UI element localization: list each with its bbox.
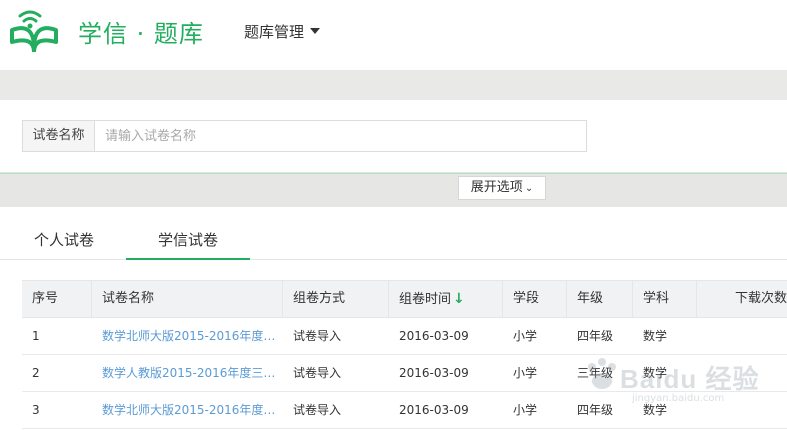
table-row: 2 数学人教版2015-2016年度三年... 试卷导入 2016-03-09 … — [22, 355, 787, 392]
options-band — [0, 174, 787, 207]
paper-tabs: 个人试卷 学信试卷 — [0, 222, 787, 260]
table-header: 序号 试卷名称 组卷方式 组卷时间 ↓ 学段 年级 学科 下载次数 — [22, 280, 787, 318]
cell-stage: 小学 — [513, 403, 538, 417]
expand-options-button[interactable]: 展开选项 ⌄ — [458, 176, 546, 200]
column-header-number: 序号 — [22, 281, 92, 317]
question-bank-management-menu[interactable]: 题库管理 — [244, 21, 321, 42]
brand-title: 学信 · 题库 — [78, 20, 204, 48]
table-row: 3 数学北师大版2015-2016年度四... 试卷导入 2016-03-09 … — [22, 392, 787, 429]
paper-name-input[interactable] — [95, 121, 586, 151]
cell-grade: 四年级 — [577, 329, 614, 343]
column-header-time-label: 组卷时间 — [399, 292, 452, 307]
column-header-grade: 年级 — [567, 281, 633, 317]
header-divider-band — [0, 70, 787, 100]
cell-grade: 四年级 — [577, 403, 614, 417]
caret-down-icon — [310, 27, 321, 34]
cell-time: 2016-03-09 — [399, 329, 469, 343]
search-label: 试卷名称 — [23, 121, 95, 151]
cell-downloads — [697, 355, 787, 391]
cell-time: 2016-03-09 — [399, 366, 469, 380]
cell-number: 2 — [32, 366, 40, 380]
cell-downloads — [697, 318, 787, 354]
column-header-method: 组卷方式 — [283, 281, 389, 317]
paper-name-search: 试卷名称 — [22, 120, 587, 152]
tab-xuexin-papers[interactable]: 学信试卷 — [126, 222, 250, 260]
cell-downloads — [697, 392, 787, 428]
cell-subject: 数学 — [643, 366, 668, 380]
nav-menu-label: 题库管理 — [244, 23, 305, 41]
table-row: 1 数学北师大版2015-2016年度四... 试卷导入 2016-03-09 … — [22, 318, 787, 355]
cell-grade: 三年级 — [577, 366, 614, 380]
tab-personal-papers[interactable]: 个人试卷 — [22, 222, 106, 260]
expand-options-label: 展开选项 — [470, 180, 523, 195]
column-header-time[interactable]: 组卷时间 ↓ — [389, 281, 503, 317]
filter-panel: 试卷名称 — [0, 100, 787, 173]
cell-number: 1 — [32, 329, 40, 343]
cell-method: 试卷导入 — [293, 403, 342, 417]
chevron-down-icon: ⌄ — [524, 183, 534, 194]
cell-method: 试卷导入 — [293, 366, 342, 380]
paper-name-link[interactable]: 数学北师大版2015-2016年度四... — [92, 392, 283, 428]
logo-icon — [10, 10, 58, 52]
column-header-paper-name: 试卷名称 — [92, 281, 283, 317]
sort-down-icon[interactable]: ↓ — [453, 291, 465, 307]
column-header-subject: 学科 — [633, 281, 697, 317]
column-header-downloads: 下载次数 — [734, 291, 787, 306]
paper-name-link[interactable]: 数学北师大版2015-2016年度四... — [92, 318, 283, 354]
column-header-stage: 学段 — [503, 281, 567, 317]
cell-subject: 数学 — [643, 403, 668, 417]
papers-table: 序号 试卷名称 组卷方式 组卷时间 ↓ 学段 年级 学科 下载次数 1 数学北师大… — [22, 280, 787, 429]
cell-stage: 小学 — [513, 366, 538, 380]
cell-subject: 数学 — [643, 329, 668, 343]
cell-number: 3 — [32, 403, 40, 417]
paper-name-link[interactable]: 数学人教版2015-2016年度三年... — [92, 355, 283, 391]
top-header: 学信 · 题库 题库管理 — [0, 0, 787, 70]
cell-method: 试卷导入 — [293, 329, 342, 343]
cell-time: 2016-03-09 — [399, 403, 469, 417]
cell-stage: 小学 — [513, 329, 538, 343]
